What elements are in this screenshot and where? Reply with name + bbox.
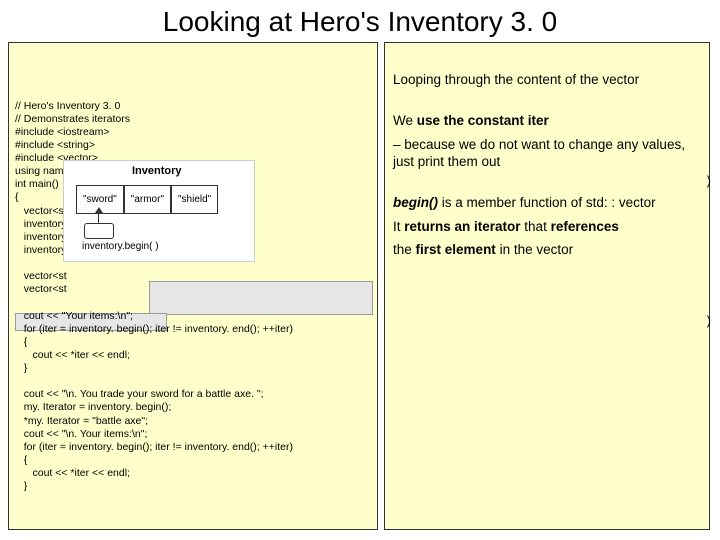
annot-bolditalic: begin() — [393, 195, 438, 210]
diagram-caption: inventory.begin( ) — [82, 241, 159, 252]
iterator-box-icon — [84, 223, 114, 239]
code-line: inventory — [15, 244, 66, 256]
code-line: vector<st — [15, 283, 67, 295]
annot-bold: returns an iterator — [404, 219, 520, 234]
code-line: my. Iterator = inventory. begin(); — [15, 401, 171, 413]
code-line: // Demonstrates iterators — [15, 113, 130, 125]
slide-body: // Hero's Inventory 3. 0 // Demonstrates… — [8, 42, 712, 532]
stray-paren-1: ) — [707, 173, 711, 190]
code-line: cout << "\n. Your items:\n"; — [15, 428, 147, 440]
code-line: for (iter = inventory. begin(); iter != … — [15, 441, 293, 453]
code-line: for (iter = inventory. begin(); iter != … — [15, 323, 293, 335]
annot-text: We — [393, 113, 417, 128]
annot-bold: first element — [416, 242, 496, 257]
annot-line-6: the first element in the vector — [393, 241, 701, 259]
annot-bold: use the constant iter — [417, 113, 549, 128]
code-line: vector<st — [15, 270, 67, 282]
slide-title: Looking at Hero's Inventory 3. 0 — [0, 0, 720, 42]
stray-paren-2: ) — [707, 313, 711, 330]
code-line: *my. Iterator = "battle axe"; — [15, 415, 148, 427]
diagram-cell-armor: "armor" — [124, 185, 171, 214]
code-line: inventory — [15, 218, 66, 230]
code-line: } — [15, 362, 27, 374]
code-line: int main() — [15, 178, 59, 190]
annot-bold: references — [551, 219, 619, 234]
annot-line-3: – because we do not want to change any v… — [393, 136, 701, 171]
diagram-title: Inventory — [132, 165, 182, 177]
annotation-panel: Looping through the content of the vecto… — [384, 42, 710, 530]
code-line: #include <iostream> — [15, 126, 110, 138]
code-line: { — [15, 191, 19, 203]
annot-text: that — [521, 219, 551, 234]
code-panel: // Hero's Inventory 3. 0 // Demonstrates… — [8, 42, 378, 530]
arrow-head-icon — [95, 207, 103, 213]
annot-text: the — [393, 242, 416, 257]
arrow-line-icon — [98, 209, 99, 223]
annot-text: is a member function of std: : vector — [438, 195, 656, 210]
code-line: { — [15, 336, 27, 348]
code-line: vector<st — [15, 205, 67, 217]
code-text: // Hero's Inventory 3. 0 // Demonstrates… — [15, 100, 371, 494]
code-line: } — [15, 480, 27, 492]
code-line: cout << "\n. You trade your sword for a … — [15, 388, 264, 400]
annot-text: in the vector — [496, 242, 573, 257]
code-line: #include <string> — [15, 139, 95, 151]
code-line: cout << "Your items:\n"; — [15, 310, 133, 322]
code-line: cout << *iter << endl; — [15, 467, 130, 479]
code-line: inventory — [15, 231, 66, 243]
annot-text: It — [393, 219, 404, 234]
code-line: cout << *iter << endl; — [15, 349, 130, 361]
annot-line-5: It returns an iterator that references — [393, 218, 701, 236]
annot-line-2: We use the constant iter — [393, 112, 701, 130]
annot-line-4: begin() is a member function of std: : v… — [393, 194, 701, 212]
annot-line-1: Looping through the content of the vecto… — [393, 71, 701, 89]
code-line: // Hero's Inventory 3. 0 — [15, 100, 120, 112]
code-line: { — [15, 454, 27, 466]
inventory-diagram: Inventory "sword" "armor" "shield" inven… — [63, 160, 255, 262]
diagram-cell-shield: "shield" — [171, 185, 218, 214]
